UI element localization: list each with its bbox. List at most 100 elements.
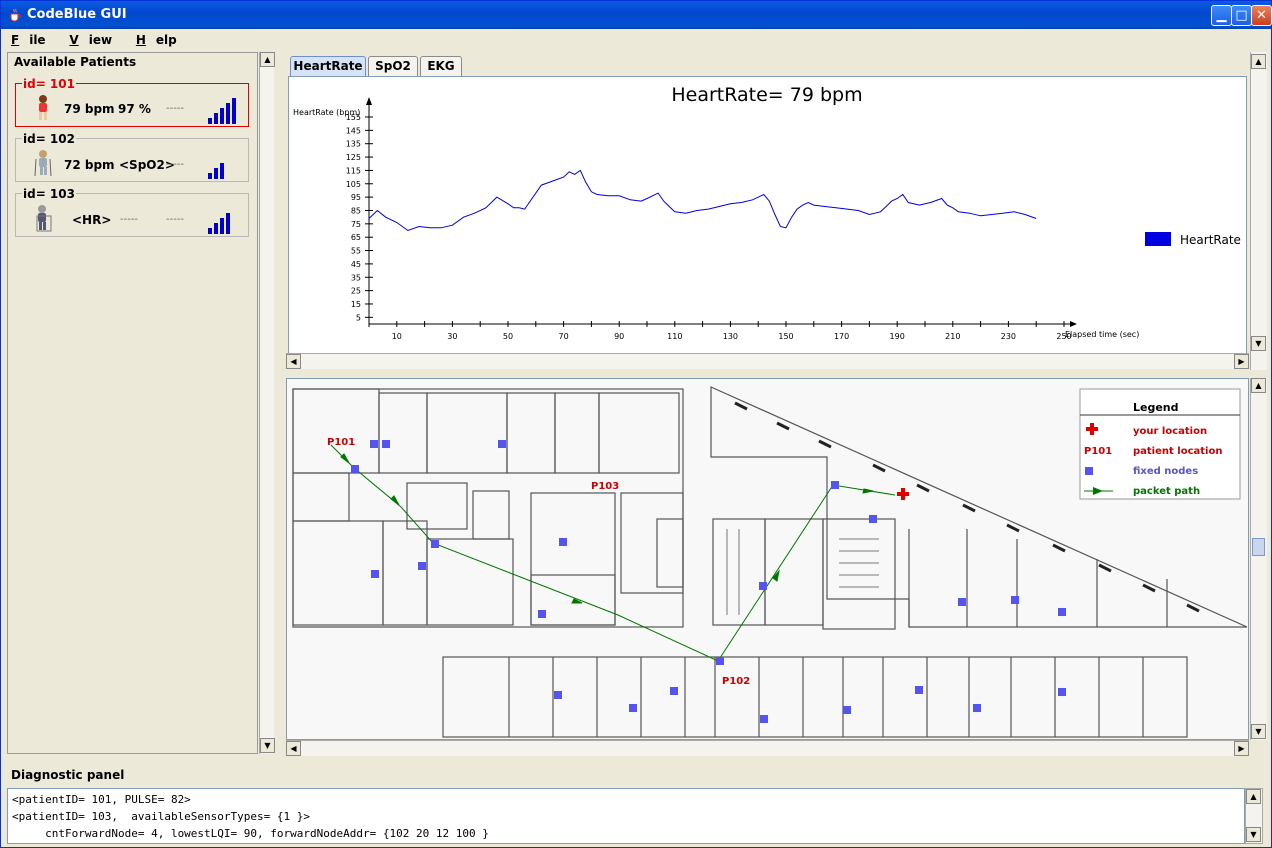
scroll-up-icon[interactable]: ▲ (260, 52, 275, 67)
map-legend: Legend your location P101 patient locati… (1079, 388, 1241, 500)
y-tick-label: 55 (351, 247, 361, 256)
series-line-heartrate (368, 169, 1037, 232)
x-tick-label: 30 (447, 332, 457, 341)
patient-heartrate: 79 bpm (64, 102, 115, 116)
tab-heartrate[interactable]: HeartRate (290, 56, 366, 76)
y-tick-label: 135 (346, 140, 361, 149)
log-line: <patientID= 103, availableSensorTypes= {… (12, 810, 311, 823)
vertical-splitter[interactable] (276, 52, 284, 754)
scroll-down-icon[interactable]: ▼ (1251, 724, 1266, 739)
y-tick-label: 145 (346, 126, 361, 135)
map-horizontal-scrollbar[interactable]: ◀ ▶ (286, 740, 1249, 756)
patient-card-101[interactable]: id= 101 79 bpm 97 % ----- (15, 77, 249, 127)
scroll-down-icon[interactable]: ▼ (260, 738, 275, 753)
chart-title: HeartRate= 79 bpm (671, 84, 862, 106)
title-bar[interactable]: CodeBlue GUI ▁ □ ✕ (1, 1, 1272, 29)
close-button[interactable]: ✕ (1251, 5, 1272, 26)
signal-bar (232, 98, 236, 124)
tab-spo2[interactable]: SpO2 (368, 56, 418, 76)
menu-bar: File View Help (1, 29, 1271, 49)
patient-id: id= 102 (22, 132, 76, 146)
path-arrow-icon (571, 598, 583, 604)
signal-bar (220, 163, 224, 179)
x-tick-label: 150 (778, 332, 793, 341)
patient-figure-icon (39, 95, 47, 120)
x-tick-label: 70 (559, 332, 569, 341)
patient-heartrate: <HR> (72, 213, 112, 227)
log-line: cntForwardNode= 4, lowestLQI= 90, forwar… (12, 827, 489, 840)
x-tick-label: 230 (1001, 332, 1016, 341)
signal-bar (226, 103, 230, 124)
maximize-button[interactable]: □ (1231, 5, 1252, 26)
y-tick-label: 25 (351, 287, 361, 296)
menu-view[interactable]: View (59, 29, 122, 51)
patient-crutches-icon (34, 150, 52, 177)
floor-map-pane: P101 P103 P102 Legend your location P101… (286, 378, 1249, 740)
tab-ekg[interactable]: EKG (420, 56, 462, 76)
x-tick-label: 210 (945, 332, 960, 341)
scroll-left-icon[interactable]: ◀ (286, 741, 301, 756)
patients-panel-title: Available Patients (14, 55, 137, 69)
diagnostic-panel-title: Diagnostic panel (11, 768, 125, 782)
chart-pane: HeartRate SpO2 EKG HeartRate= 79 bpm Hear… (286, 52, 1250, 370)
patient-label-p103: P103 (591, 481, 619, 492)
scroll-up-icon[interactable]: ▲ (1251, 378, 1266, 393)
scroll-right-icon[interactable]: ▶ (1234, 741, 1249, 756)
legend-symbol-patient: P101 (1084, 446, 1112, 457)
legend-label-fixed-nodes: fixed nodes (1133, 466, 1198, 477)
patient-extra: ----- (166, 214, 185, 225)
scroll-down-icon[interactable]: ▼ (1251, 336, 1266, 351)
signal-strength-icon (208, 98, 236, 124)
x-tick-label: 50 (503, 332, 513, 341)
patient-card-103[interactable]: id= 103 <HR> ----- ----- (15, 187, 249, 237)
signal-strength-icon (208, 209, 230, 234)
x-axis-arrow-icon (1070, 321, 1077, 327)
diagnostic-scrollbar[interactable]: ▲ ▼ (1245, 788, 1263, 844)
patients-scrollbar[interactable]: ▲ ▼ (259, 52, 275, 754)
scroll-down-icon[interactable]: ▼ (1246, 827, 1261, 842)
menu-file[interactable]: File (1, 29, 56, 51)
x-tick-label: 90 (614, 332, 624, 341)
minimize-button[interactable]: ▁ (1211, 5, 1232, 26)
x-tick-label: 10 (392, 332, 402, 341)
patient-spo2: 97 % (118, 102, 151, 116)
floor-plan: P101 P103 P102 Legend your location P101… (292, 386, 1248, 738)
scroll-right-icon[interactable]: ▶ (1234, 354, 1249, 369)
close-icon: ✕ (1256, 8, 1267, 23)
signal-bar (214, 113, 218, 124)
signal-strength-icon (208, 154, 224, 179)
horizontal-splitter[interactable] (286, 370, 1267, 378)
log-line: <patientID= 101, PULSE= 82> (12, 793, 191, 806)
diagnostic-panel: Diagnostic panel <patientID= 101, PULSE=… (7, 766, 1267, 846)
scroll-left-icon[interactable]: ◀ (286, 354, 301, 369)
patient-id: id= 101 (22, 77, 76, 91)
chart-horizontal-scrollbar[interactable]: ◀ ▶ (286, 353, 1249, 369)
signal-bar (208, 173, 212, 179)
y-tick-label: 75 (351, 220, 361, 229)
maximize-icon: □ (1235, 8, 1248, 23)
scroll-up-icon[interactable]: ▲ (1251, 54, 1266, 69)
x-tick-label: 190 (890, 332, 905, 341)
patient-spo2: ----- (120, 214, 139, 225)
legend-label-patient-location: patient location (1133, 446, 1222, 457)
legend-square-icon (1085, 467, 1093, 475)
y-tick-label: 45 (351, 260, 361, 269)
x-tick-label: 130 (723, 332, 738, 341)
menu-help[interactable]: Help (126, 29, 187, 51)
y-tick-label: 125 (346, 153, 361, 162)
window-title: CodeBlue GUI (27, 7, 127, 22)
y-tick-label: 105 (346, 180, 361, 189)
y-tick-label: 85 (351, 206, 361, 215)
chart-vertical-scrollbar[interactable]: ▲ ▼ (1250, 52, 1267, 370)
scroll-thumb[interactable] (1252, 538, 1265, 556)
diagnostic-log[interactable]: <patientID= 101, PULSE= 82> <patientID= 1… (7, 788, 1245, 844)
scroll-up-icon[interactable]: ▲ (1246, 789, 1261, 804)
patient-card-102[interactable]: id= 102 72 bpm <SpO2> ----- (15, 132, 249, 182)
legend-label-heartrate: HeartRate (1180, 233, 1241, 247)
legend-label-packet-path: packet path (1133, 486, 1200, 497)
legend-swatch-heartrate (1145, 232, 1171, 246)
heartrate-chart-svg: HeartRate= 79 bpmHeartRate (bpm)Elapsed … (293, 84, 1241, 341)
patient-label-p102: P102 (722, 676, 750, 687)
x-axis-label: Elapsed time (sec) (1065, 330, 1139, 339)
map-vertical-scrollbar[interactable]: ▲ ▼ (1250, 378, 1267, 740)
